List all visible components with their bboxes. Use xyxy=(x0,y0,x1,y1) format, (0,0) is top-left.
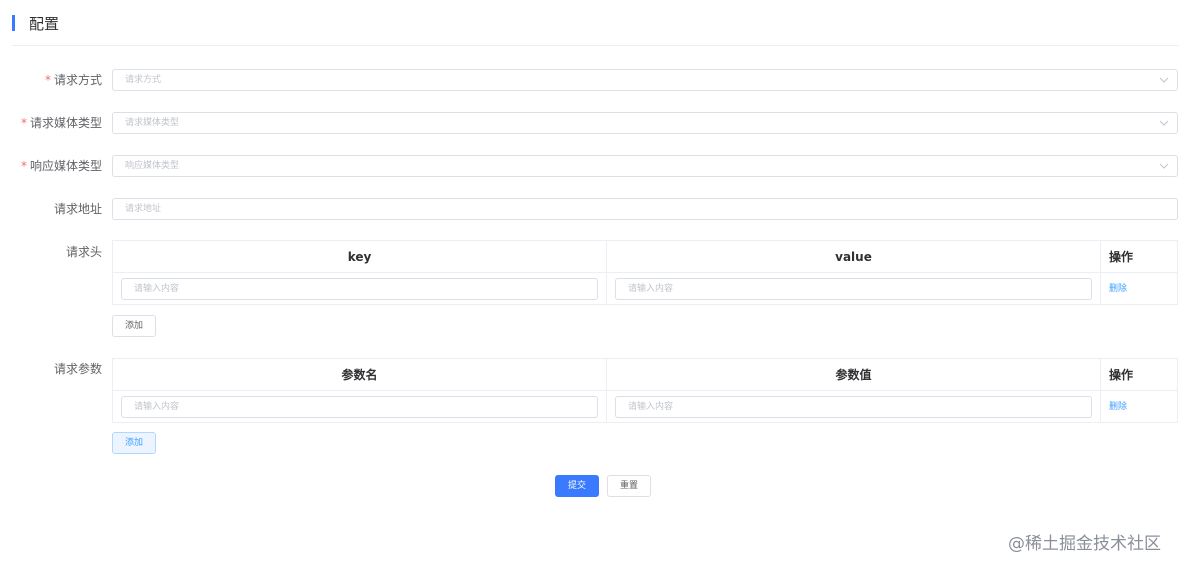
request-url-label: 请求地址 xyxy=(53,202,102,216)
column-header-action: 操作 xyxy=(1109,368,1134,382)
headers-table-header: key value 操作 xyxy=(113,241,1177,273)
headers-table: key value 操作 请输入内容 请输入内容 删除 xyxy=(112,240,1178,305)
delete-param-link[interactable]: 删除 xyxy=(1109,392,1127,422)
column-divider xyxy=(1100,241,1101,304)
request-method-select[interactable]: 请求方式 xyxy=(112,69,1178,91)
column-header-value: value xyxy=(835,250,872,264)
request-media-type-label: * 请求媒体类型 xyxy=(20,116,102,130)
delete-header-link[interactable]: 删除 xyxy=(1109,274,1127,304)
required-mark: * xyxy=(44,73,51,87)
request-method-placeholder: 请求方式 xyxy=(125,75,162,85)
column-divider xyxy=(606,241,607,304)
submit-button[interactable]: 提交 xyxy=(555,475,599,497)
column-divider xyxy=(1100,359,1101,422)
chevron-down-icon xyxy=(1159,77,1169,83)
params-table-header: 参数名 参数值 操作 xyxy=(113,359,1177,391)
param-value-input[interactable]: 请输入内容 xyxy=(615,396,1092,418)
column-header-key: key xyxy=(347,250,372,264)
request-url-input[interactable]: 请求地址 xyxy=(112,198,1178,220)
response-media-type-select[interactable]: 响应媒体类型 xyxy=(112,155,1178,177)
request-media-type-select[interactable]: 请求媒体类型 xyxy=(112,112,1178,134)
column-divider xyxy=(606,359,607,422)
chevron-down-icon xyxy=(1159,163,1169,169)
response-media-type-label: * 响应媒体类型 xyxy=(20,159,102,173)
add-header-button[interactable]: 添加 xyxy=(112,315,156,337)
headers-label: 请求头 xyxy=(65,245,102,259)
table-row: 请输入内容 请输入内容 删除 xyxy=(113,274,1177,304)
add-param-button[interactable]: 添加 xyxy=(112,432,156,454)
param-name-input[interactable]: 请输入内容 xyxy=(121,396,598,418)
chevron-down-icon xyxy=(1159,120,1169,126)
params-label: 请求参数 xyxy=(53,362,102,376)
column-header-param-name: 参数名 xyxy=(341,368,378,382)
required-mark: * xyxy=(20,159,27,173)
header-key-input[interactable]: 请输入内容 xyxy=(121,278,598,300)
params-table: 参数名 参数值 操作 请输入内容 请输入内容 删除 xyxy=(112,358,1178,423)
header-divider xyxy=(12,45,1179,46)
reset-button[interactable]: 重置 xyxy=(607,475,651,497)
header-value-input[interactable]: 请输入内容 xyxy=(615,278,1092,300)
request-method-label: * 请求方式 xyxy=(44,73,102,87)
column-header-param-value: 参数值 xyxy=(835,368,872,382)
title-accent-bar xyxy=(12,15,15,31)
response-media-type-placeholder: 响应媒体类型 xyxy=(125,161,180,171)
column-header-action: 操作 xyxy=(1109,250,1134,264)
watermark: @稀土掘金技术社区 xyxy=(1008,534,1161,554)
page-title: 配置 xyxy=(29,14,60,33)
required-mark: * xyxy=(20,116,27,130)
table-row: 请输入内容 请输入内容 删除 xyxy=(113,392,1177,422)
request-url-placeholder: 请求地址 xyxy=(125,204,162,214)
page-header: 配置 xyxy=(12,12,59,34)
request-media-type-placeholder: 请求媒体类型 xyxy=(125,118,180,128)
